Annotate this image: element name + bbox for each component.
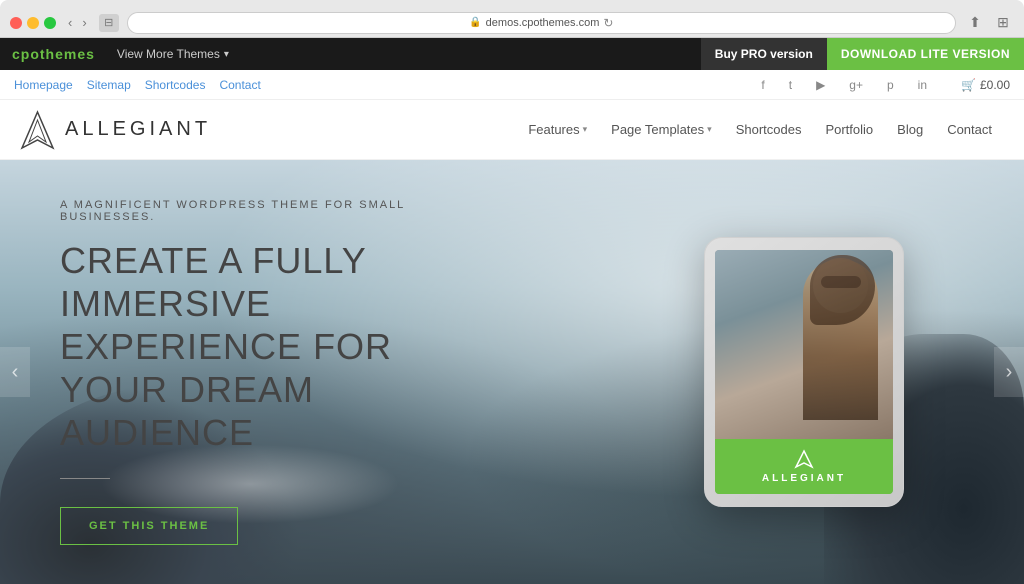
menu-contact-label: Contact bbox=[947, 122, 992, 137]
admin-bar-right: Buy PRO version DOWNLOAD LITE VERSION bbox=[701, 38, 1024, 70]
window-control[interactable]: ⊟ bbox=[99, 14, 119, 32]
cart-total: £0.00 bbox=[980, 78, 1010, 92]
logo-text: ALLEGIANT bbox=[65, 118, 211, 141]
menu-features-label: Features bbox=[528, 122, 579, 137]
menu-item-portfolio[interactable]: Portfolio bbox=[813, 100, 885, 160]
cart-icon: 🛒 bbox=[961, 78, 976, 92]
hero-section: ‹ A MAGNIFICENT WORDPRESS THEME FOR SMAL… bbox=[0, 160, 1024, 584]
tablet-footer: ALLEGIANT bbox=[715, 439, 893, 494]
download-lite-button[interactable]: DOWNLOAD LITE VERSION bbox=[827, 38, 1024, 70]
menu-page-templates-label: Page Templates bbox=[611, 122, 704, 137]
linkedin-icon[interactable]: in bbox=[918, 78, 927, 92]
nav-contact-link[interactable]: Contact bbox=[219, 78, 260, 92]
traffic-lights bbox=[10, 17, 56, 29]
chevron-features-icon: ▾ bbox=[583, 124, 588, 135]
view-more-themes-button[interactable]: View More Themes ▾ bbox=[105, 38, 241, 70]
logo-icon bbox=[20, 110, 55, 150]
nav-sitemap-link[interactable]: Sitemap bbox=[87, 78, 131, 92]
cpo-logo: cpothemes bbox=[12, 46, 95, 62]
tablet-logo-icon bbox=[794, 449, 814, 469]
page-wrapper: cpothemes View More Themes ▾ Buy PRO ver… bbox=[0, 38, 1024, 584]
facebook-icon[interactable]: f bbox=[761, 78, 764, 92]
tablet-image bbox=[715, 250, 893, 439]
back-button[interactable]: ‹ bbox=[64, 13, 76, 32]
minimize-button[interactable] bbox=[27, 17, 39, 29]
hero-title: CREATE A FULLY IMMERSIVE EXPERIENCE FOR … bbox=[60, 239, 460, 455]
hero-content: A MAGNIFICENT WORDPRESS THEME FOR SMALL … bbox=[0, 199, 520, 546]
close-button[interactable] bbox=[10, 17, 22, 29]
hero-subtitle: A MAGNIFICENT WORDPRESS THEME FOR SMALL … bbox=[60, 199, 460, 223]
menu-item-contact[interactable]: Contact bbox=[935, 100, 1004, 160]
main-menu: Features ▾ Page Templates ▾ Shortcodes P… bbox=[516, 100, 1004, 160]
menu-item-shortcodes[interactable]: Shortcodes bbox=[724, 100, 814, 160]
social-icons: f t ▶ g+ p in 🛒 £0.00 bbox=[761, 78, 1010, 92]
address-bar[interactable]: 🔒 demos.cpothemes.com ↻ bbox=[127, 12, 956, 34]
twitter-icon[interactable]: t bbox=[789, 78, 792, 92]
menu-blog-label: Blog bbox=[897, 122, 923, 137]
lock-icon: 🔒 bbox=[469, 17, 481, 28]
hero-next-button[interactable]: › bbox=[994, 347, 1024, 397]
tablet-screen: ALLEGIANT bbox=[715, 250, 893, 494]
tablet-outer: ALLEGIANT bbox=[704, 237, 904, 507]
view-more-label: View More Themes bbox=[117, 47, 220, 61]
logo-area: ALLEGIANT bbox=[20, 110, 211, 150]
url-text: demos.cpothemes.com bbox=[486, 17, 600, 29]
pinterest-icon[interactable]: p bbox=[887, 78, 894, 92]
youtube-icon[interactable]: ▶ bbox=[816, 78, 825, 92]
tablet-theme-name: ALLEGIANT bbox=[762, 473, 846, 484]
cart-info[interactable]: 🛒 £0.00 bbox=[961, 78, 1010, 92]
hero-prev-button[interactable]: ‹ bbox=[0, 347, 30, 397]
chevron-page-templates-icon: ▾ bbox=[707, 124, 712, 135]
new-tab-button[interactable]: ⊞ bbox=[992, 12, 1014, 34]
menu-portfolio-label: Portfolio bbox=[825, 122, 873, 137]
menu-shortcodes-label: Shortcodes bbox=[736, 122, 802, 137]
main-nav: ALLEGIANT Features ▾ Page Templates ▾ Sh… bbox=[0, 100, 1024, 160]
buy-pro-button[interactable]: Buy PRO version bbox=[701, 38, 827, 70]
menu-item-page-templates[interactable]: Page Templates ▾ bbox=[599, 100, 724, 160]
share-button[interactable]: ⬆ bbox=[964, 12, 986, 34]
refresh-icon[interactable]: ↻ bbox=[603, 16, 613, 30]
chevron-down-icon: ▾ bbox=[224, 49, 229, 60]
admin-bar: cpothemes View More Themes ▾ Buy PRO ver… bbox=[0, 38, 1024, 70]
browser-actions: ⬆ ⊞ bbox=[964, 12, 1014, 34]
menu-item-features[interactable]: Features ▾ bbox=[516, 100, 599, 160]
hero-divider bbox=[60, 478, 110, 479]
menu-item-blog[interactable]: Blog bbox=[885, 100, 935, 160]
nav-shortcodes-link[interactable]: Shortcodes bbox=[145, 78, 206, 92]
nav-arrows: ‹ › bbox=[64, 13, 91, 32]
maximize-button[interactable] bbox=[44, 17, 56, 29]
forward-button[interactable]: › bbox=[78, 13, 90, 32]
secondary-nav: Homepage Sitemap Shortcodes Contact f t … bbox=[0, 70, 1024, 100]
chevron-left-icon: ‹ bbox=[12, 361, 19, 384]
browser-chrome: ‹ › ⊟ 🔒 demos.cpothemes.com ↻ ⬆ ⊞ bbox=[0, 0, 1024, 38]
hero-cta-button[interactable]: GET THIS THEME bbox=[60, 507, 238, 545]
tablet-mockup: ALLEGIANT bbox=[704, 237, 904, 507]
chevron-right-icon: › bbox=[1006, 361, 1013, 384]
googleplus-icon[interactable]: g+ bbox=[849, 78, 863, 92]
nav-homepage-link[interactable]: Homepage bbox=[14, 78, 73, 92]
